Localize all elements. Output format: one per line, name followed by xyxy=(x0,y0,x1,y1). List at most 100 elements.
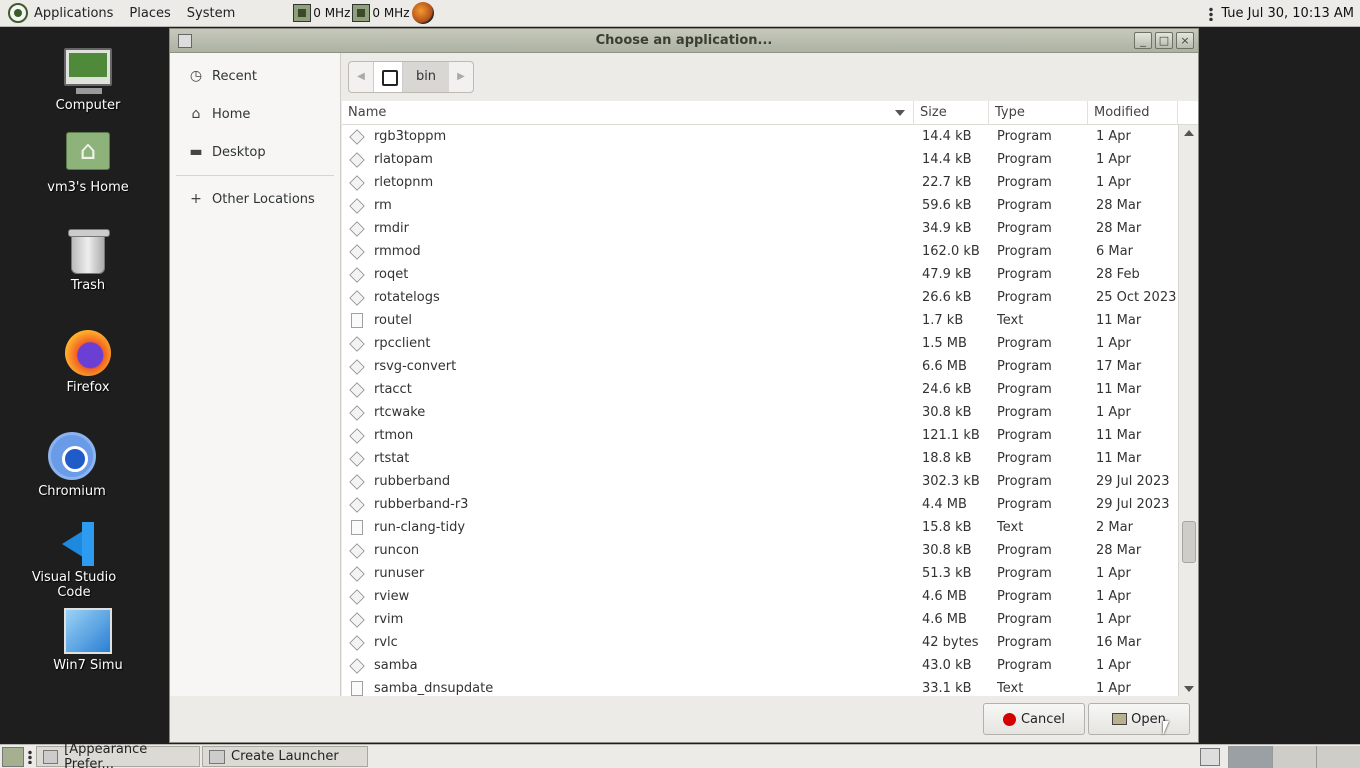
file-type: Program xyxy=(997,359,1052,374)
column-header-size[interactable]: Size xyxy=(914,101,989,125)
cpu-monitor-1[interactable]: 0 MHz xyxy=(293,4,350,22)
file-row[interactable]: rtcwake 30.8 kB Program 1 Apr xyxy=(342,401,1178,424)
file-row[interactable]: rsvg-convert 6.6 MB Program 17 Mar xyxy=(342,355,1178,378)
minimize-icon[interactable]: _ xyxy=(1134,32,1152,49)
file-row[interactable]: rm 59.6 kB Program 28 Mar xyxy=(342,194,1178,217)
file-size: 30.8 kB xyxy=(922,543,972,558)
close-icon[interactable]: × xyxy=(1176,32,1194,49)
file-size: 6.6 MB xyxy=(922,359,967,374)
cpu-monitor-2[interactable]: 0 MHz xyxy=(352,4,410,22)
file-row[interactable]: rtacct 24.6 kB Program 11 Mar xyxy=(342,378,1178,401)
folder-icon: ▬ xyxy=(189,144,203,160)
executable-icon xyxy=(349,542,365,559)
file-row[interactable]: runcon 30.8 kB Program 28 Mar xyxy=(342,539,1178,562)
desktop-icon-label: Visual Studio Code xyxy=(31,570,117,600)
open-button[interactable]: Open xyxy=(1088,703,1190,735)
filesystem-root-button[interactable] xyxy=(373,62,403,92)
column-header-type[interactable]: Type xyxy=(989,101,1088,125)
workspace-3[interactable] xyxy=(1316,746,1360,768)
cancel-button[interactable]: Cancel xyxy=(983,703,1085,735)
file-row[interactable]: rlatopam 14.4 kB Program 1 Apr xyxy=(342,148,1178,171)
path-segment-bin[interactable]: bin xyxy=(403,62,449,92)
sidebar-divider xyxy=(176,175,334,176)
panel-handle-icon[interactable] xyxy=(1209,6,1214,21)
task-create-launcher[interactable]: Create Launcher xyxy=(202,746,368,767)
desktop-icon-firefox[interactable]: Firefox xyxy=(28,330,148,395)
file-size: 26.6 kB xyxy=(922,290,972,305)
desktop-icon-label: Firefox xyxy=(66,380,110,395)
executable-icon xyxy=(349,565,365,582)
file-row[interactable]: routel 1.7 kB Text 11 Mar xyxy=(342,309,1178,332)
file-list: Name Size Type Modified rgb3toppm 14.4 kB… xyxy=(342,101,1198,696)
sidebar-item-other-locations[interactable]: + Other Locations xyxy=(170,180,340,218)
file-row[interactable]: runuser 51.3 kB Program 1 Apr xyxy=(342,562,1178,585)
desktop-icon-win7[interactable]: Win7 Simu xyxy=(28,608,148,673)
file-row[interactable]: rletopnm 22.7 kB Program 1 Apr xyxy=(342,171,1178,194)
places-menu[interactable]: Places xyxy=(121,0,178,27)
sidebar-item-home[interactable]: ⌂ Home xyxy=(170,95,340,133)
column-header-name[interactable]: Name xyxy=(342,101,914,125)
executable-icon xyxy=(349,657,365,674)
file-row[interactable]: rotatelogs 26.6 kB Program 25 Oct 2023 xyxy=(342,286,1178,309)
scroll-up-icon[interactable] xyxy=(1184,130,1194,136)
file-row[interactable]: rubberband-r3 4.4 MB Program 29 Jul 2023 xyxy=(342,493,1178,516)
sidebar-item-recent[interactable]: ◷ Recent xyxy=(170,57,340,95)
file-row[interactable]: rmmod 162.0 kB Program 6 Mar xyxy=(342,240,1178,263)
file-row[interactable]: rview 4.6 MB Program 1 Apr xyxy=(342,585,1178,608)
file-name-cell: rubberband-r3 xyxy=(342,496,914,513)
hardware-sensor-icon[interactable] xyxy=(411,2,434,24)
maximize-icon[interactable]: □ xyxy=(1155,32,1173,49)
file-row[interactable]: run-clang-tidy 15.8 kB Text 2 Mar xyxy=(342,516,1178,539)
file-name-cell: samba xyxy=(342,657,914,674)
show-desktop-icon[interactable] xyxy=(2,746,24,767)
applications-menu[interactable]: Applications xyxy=(0,0,121,27)
taskbar-handle-icon[interactable] xyxy=(28,749,32,764)
task-label: [Appearance Prefer... xyxy=(64,741,148,768)
executable-icon xyxy=(349,243,365,260)
executable-icon xyxy=(349,335,365,352)
file-name: routel xyxy=(374,313,412,328)
file-row[interactable]: rvim 4.6 MB Program 1 Apr xyxy=(342,608,1178,631)
file-name-cell: runcon xyxy=(342,542,914,559)
firefox-icon xyxy=(65,330,111,376)
path-forward-icon[interactable]: ▶ xyxy=(449,62,473,92)
file-row[interactable]: rtmon 121.1 kB Program 11 Mar xyxy=(342,424,1178,447)
path-back-icon[interactable]: ◀ xyxy=(349,62,373,92)
trash-icon xyxy=(68,229,110,274)
system-menu[interactable]: System xyxy=(179,0,243,27)
file-row[interactable]: rvlc 42 bytes Program 16 Mar xyxy=(342,631,1178,654)
workspace-2[interactable] xyxy=(1272,746,1316,768)
scrollbar-thumb[interactable] xyxy=(1182,521,1196,563)
trash-applet-icon[interactable] xyxy=(1200,748,1220,766)
clock[interactable]: Tue Jul 30, 10:13 AM xyxy=(1221,6,1354,21)
file-row[interactable]: rtstat 18.8 kB Program 11 Mar xyxy=(342,447,1178,470)
file-row[interactable]: roqet 47.9 kB Program 28 Feb xyxy=(342,263,1178,286)
file-row[interactable]: rubberband 302.3 kB Program 29 Jul 2023 xyxy=(342,470,1178,493)
desktop-icon-trash[interactable]: Trash xyxy=(28,229,148,293)
path-bar: ◀ bin ▶ xyxy=(348,61,474,93)
desktop-icon-computer[interactable]: Computer xyxy=(28,48,148,113)
file-name: rmmod xyxy=(374,244,421,259)
dialog-titlebar[interactable]: Choose an application... _ □ × xyxy=(170,29,1198,53)
desktop-icon-vscode[interactable]: Visual Studio Code xyxy=(14,522,134,600)
task-appearance-preferences[interactable]: [Appearance Prefer... xyxy=(36,742,200,768)
file-size: 302.3 kB xyxy=(922,474,980,489)
file-row[interactable]: samba 43.0 kB Program 1 Apr xyxy=(342,654,1178,677)
desktop-icon-home[interactable]: vm3's Home xyxy=(28,132,148,195)
workspace-1[interactable] xyxy=(1228,746,1272,768)
file-row[interactable]: rmdir 34.9 kB Program 28 Mar xyxy=(342,217,1178,240)
file-name-cell: rtcwake xyxy=(342,404,914,421)
desktop-icon-chromium[interactable]: Chromium xyxy=(12,432,132,499)
chromium-icon xyxy=(48,432,96,480)
file-row[interactable]: rgb3toppm 14.4 kB Program 1 Apr xyxy=(342,125,1178,148)
file-row[interactable]: rpcclient 1.5 MB Program 1 Apr xyxy=(342,332,1178,355)
column-header-modified[interactable]: Modified xyxy=(1088,101,1178,125)
file-name: rtcwake xyxy=(374,405,426,420)
file-name: rm xyxy=(374,198,392,213)
file-row[interactable]: samba_dnsupdate 33.1 kB Text 1 Apr xyxy=(342,677,1178,696)
scroll-down-icon[interactable] xyxy=(1184,686,1194,692)
places-sidebar: ◷ Recent ⌂ Home ▬ Desktop + Other Locati… xyxy=(170,53,341,696)
sidebar-item-desktop[interactable]: ▬ Desktop xyxy=(170,133,340,171)
vertical-scrollbar[interactable] xyxy=(1178,125,1198,696)
computer-icon xyxy=(64,48,112,94)
